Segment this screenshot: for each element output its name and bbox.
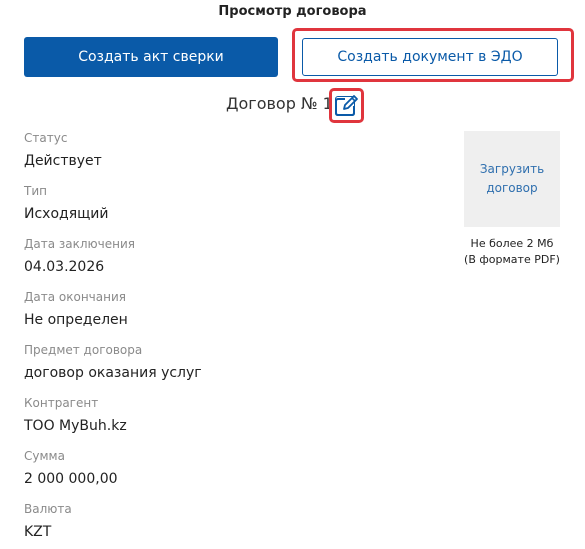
upload-size-limit: Не более 2 Мб xyxy=(470,237,554,250)
upload-hint: Не более 2 Мб (В формате PDF) xyxy=(450,236,574,268)
create-reconciliation-button[interactable]: Создать акт сверки xyxy=(24,37,278,77)
create-edo-document-button[interactable]: Создать документ в ЭДО xyxy=(302,38,558,76)
contract-view-page: Просмотр договора Создать акт сверки Соз… xyxy=(0,0,585,549)
amount-label: Сумма xyxy=(24,449,65,463)
upload-format: (В формате PDF) xyxy=(464,253,560,266)
subject-label: Предмет договора xyxy=(24,343,143,357)
upload-contract-button[interactable]: Загрузить договор xyxy=(464,131,560,227)
subject-value: договор оказания услуг xyxy=(24,365,202,381)
status-value: Действует xyxy=(24,153,102,169)
pencil-edit-icon[interactable] xyxy=(334,93,359,118)
counterparty-label: Контрагент xyxy=(24,396,99,410)
type-value: Исходящий xyxy=(24,206,109,222)
upload-contract-label: Загрузить договор xyxy=(480,160,544,198)
currency-value: KZT xyxy=(24,524,52,540)
conclusion-date-label: Дата заключения xyxy=(24,237,135,251)
upload-line-1: Загрузить xyxy=(479,162,545,176)
upload-line-2: договор xyxy=(486,181,538,195)
page-title: Просмотр договора xyxy=(218,4,367,19)
end-date-label: Дата окончания xyxy=(24,290,126,304)
conclusion-date-value: 04.03.2026 xyxy=(24,259,105,275)
contract-title: Договор № 1 xyxy=(226,94,333,113)
amount-value: 2 000 000,00 xyxy=(24,471,118,487)
status-label: Статус xyxy=(24,131,68,145)
end-date-value: Не определен xyxy=(24,312,128,328)
type-label: Тип xyxy=(24,184,47,198)
currency-label: Валюта xyxy=(24,502,72,516)
counterparty-value: ТОО MyBuh.kz xyxy=(24,418,127,434)
